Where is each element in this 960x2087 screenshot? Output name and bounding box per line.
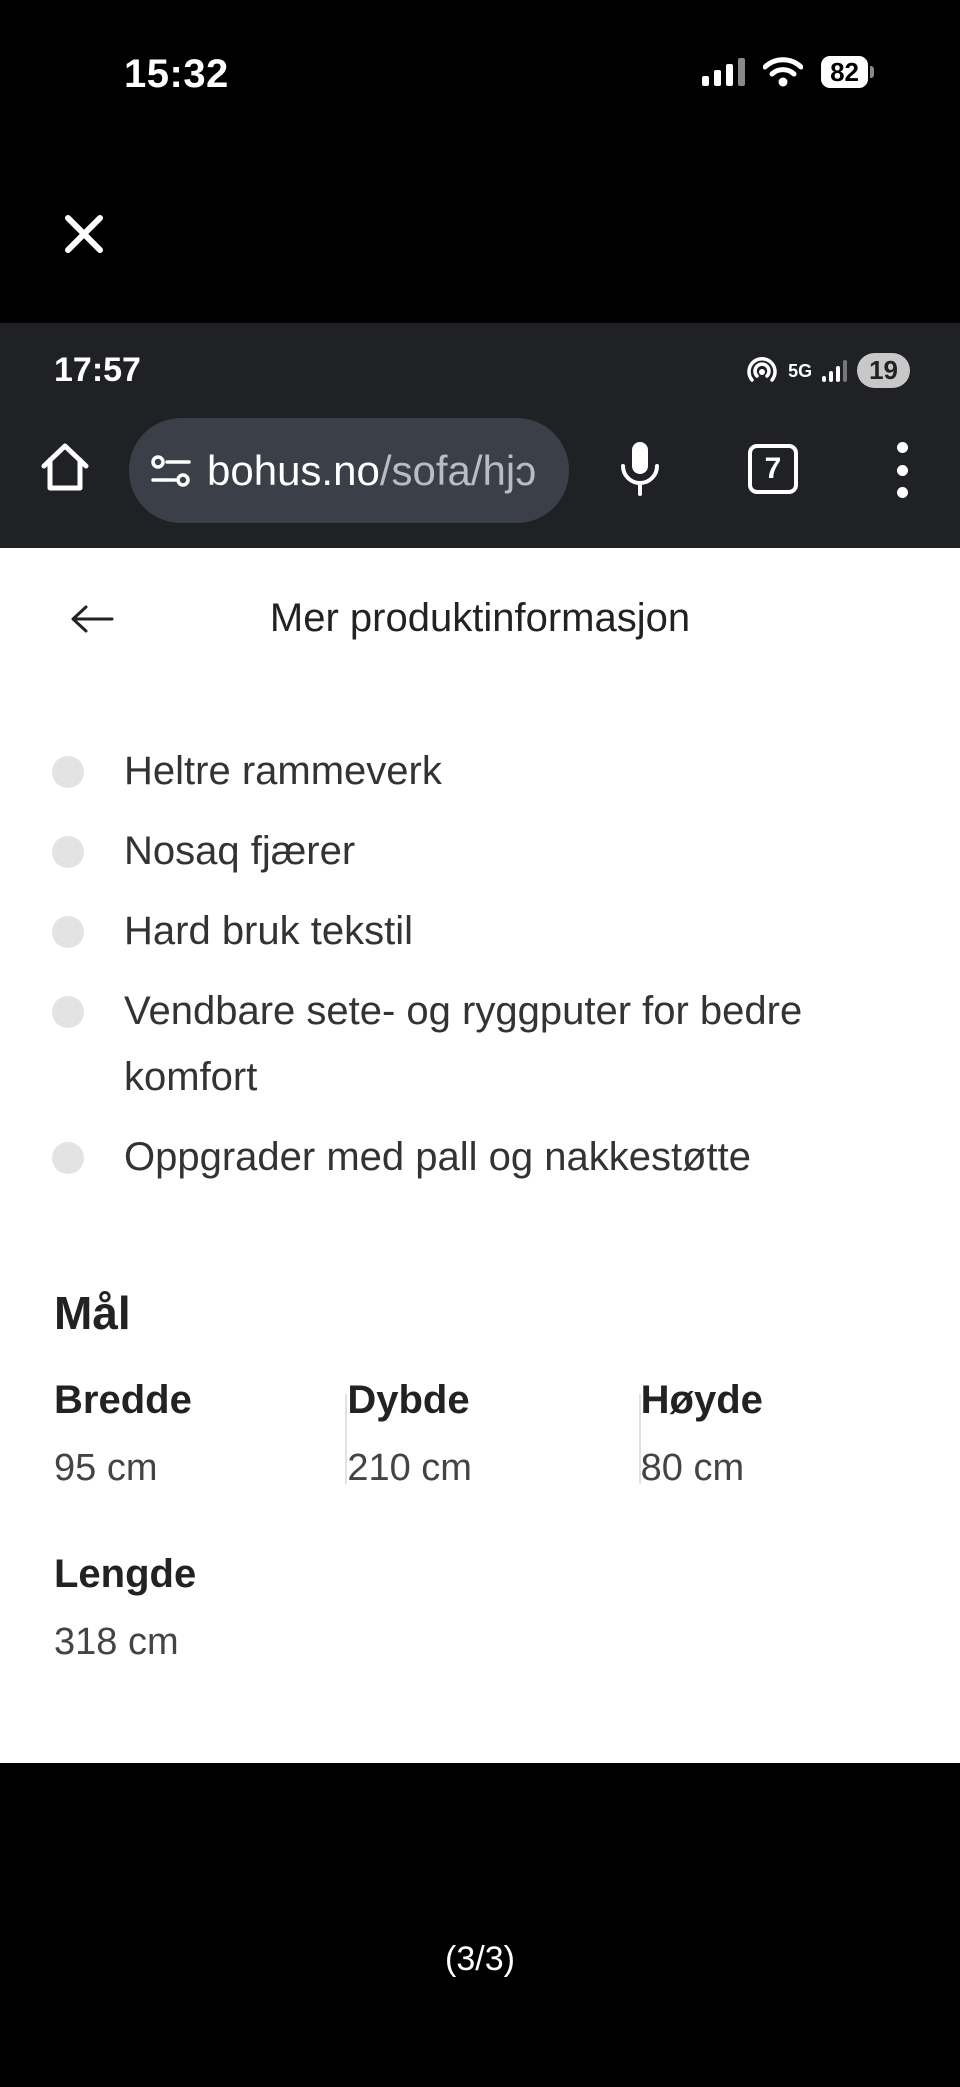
android-clock: 17:57: [54, 351, 141, 389]
feature-text: Oppgrader med pall og nakkestøtte: [124, 1135, 752, 1179]
dimension-value: 80 cm: [640, 1447, 745, 1489]
url-text: bohus.no/sofa/hjɔ: [207, 447, 536, 495]
feature-text: Heltre rammeverk: [124, 749, 442, 793]
home-icon[interactable]: [38, 440, 92, 494]
android-signal-icon: [822, 359, 848, 382]
dimension-value: 95 cm: [54, 1447, 158, 1489]
dimension-value: 318 cm: [54, 1621, 179, 1663]
dimension-depth: Dybde 210 cm: [345, 1378, 640, 1489]
page-counter: (3/3): [445, 1940, 515, 1978]
dimension-length: Lengde 318 cm: [54, 1552, 362, 1663]
feature-list: Heltre rammeverk Nosaq fjærer Hard bruk …: [52, 738, 912, 1204]
browser-toolbar: bohus.no/sofa/hjɔ 7: [0, 418, 960, 538]
android-browser-chrome: 17:57 5G 19 bohus.no/sofa/hjɔ 7: [0, 323, 960, 548]
dimension-height: Høyde 80 cm: [638, 1378, 934, 1489]
list-item: Hard bruk tekstil: [52, 898, 912, 964]
dimension-label: Lengde: [54, 1552, 197, 1596]
hotspot-icon: [747, 356, 777, 382]
divider: [345, 1394, 348, 1484]
bullet-icon: [52, 996, 84, 1028]
android-status-icons: 5G 19: [746, 353, 910, 388]
list-item: Nosaq fjærer: [52, 818, 912, 884]
feature-text: Nosaq fjærer: [124, 829, 356, 873]
ios-status-icons: 82: [702, 56, 874, 88]
close-icon[interactable]: [58, 208, 110, 260]
list-item: Oppgrader med pall og nakkestøtte: [52, 1124, 912, 1190]
dimensions-grid: Bredde 95 cm Dybde 210 cm Høyde 80 cm Le…: [54, 1378, 934, 1663]
battery-level: 82: [821, 56, 868, 88]
list-item: Vendbare sete- og ryggputer for bedre ko…: [52, 978, 912, 1110]
ios-status-bar: 15:32 82: [0, 0, 960, 160]
dimensions-heading: Mål: [54, 1287, 131, 1339]
url-bar[interactable]: bohus.no/sofa/hjɔ: [129, 418, 569, 523]
url-path: /sofa/hjɔ: [379, 446, 537, 494]
page-title: Mer produktinformasjon: [269, 596, 691, 640]
dimension-label: Dybde: [347, 1378, 470, 1422]
cellular-signal-icon: [702, 58, 746, 86]
ios-clock: 15:32: [124, 52, 229, 96]
tab-switcher-button[interactable]: 7: [748, 444, 798, 494]
bullet-icon: [52, 1142, 84, 1174]
product-info-panel: Mer produktinformasjon Heltre rammeverk …: [0, 548, 960, 1763]
dimension-width: Bredde 95 cm: [54, 1378, 347, 1489]
bullet-icon: [52, 916, 84, 948]
wifi-icon: [763, 57, 804, 87]
dimension-value: 210 cm: [347, 1447, 472, 1489]
list-item: Heltre rammeverk: [52, 738, 912, 804]
feature-text: Vendbare sete- og ryggputer for bedre ko…: [124, 989, 803, 1099]
overflow-menu-icon[interactable]: [892, 442, 912, 498]
network-5g-icon: 5G: [788, 360, 813, 381]
battery-icon: 82: [821, 56, 874, 88]
feature-text: Hard bruk tekstil: [124, 909, 413, 953]
site-settings-icon[interactable]: [151, 454, 191, 488]
bullet-icon: [52, 836, 84, 868]
divider: [638, 1394, 641, 1484]
dimension-label: Bredde: [54, 1378, 192, 1422]
android-battery-badge: 19: [857, 353, 910, 388]
dimension-label: Høyde: [640, 1378, 763, 1422]
url-host: bohus.no: [207, 446, 380, 494]
bullet-icon: [52, 756, 84, 788]
microphone-icon[interactable]: [618, 440, 662, 496]
